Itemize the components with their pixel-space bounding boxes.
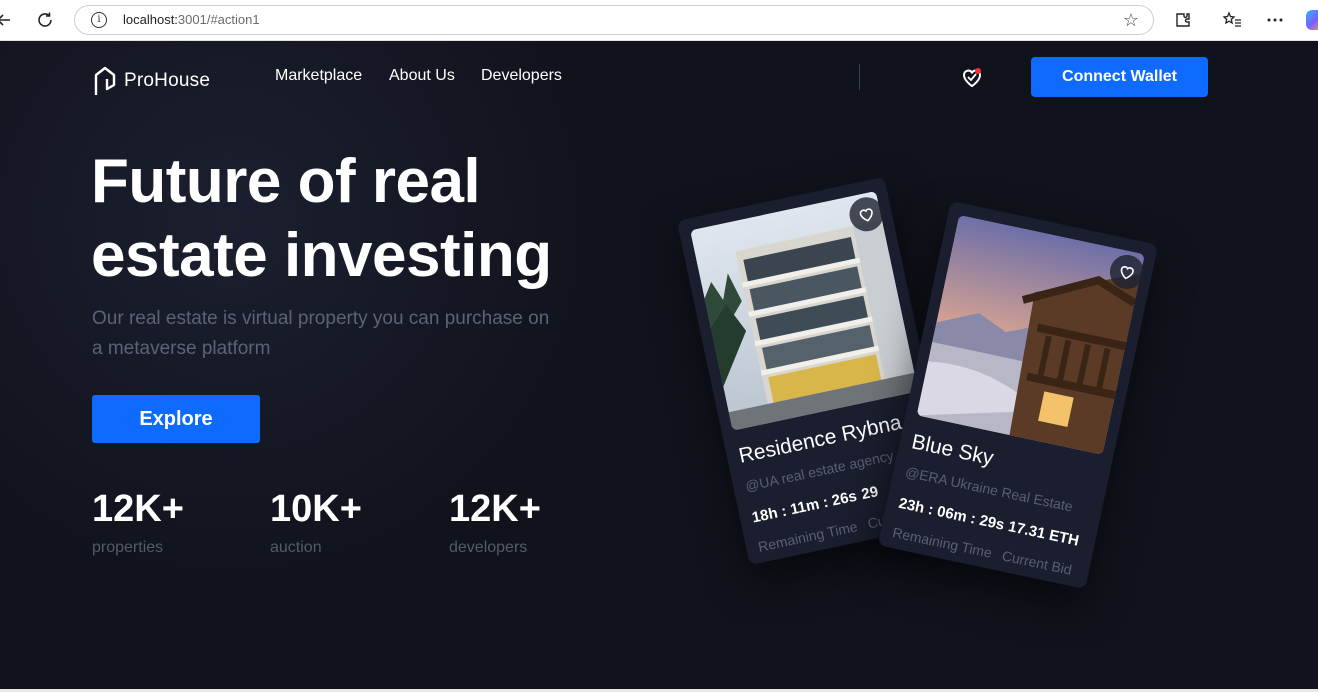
property-image-blue-sky — [916, 214, 1146, 455]
nav-link-marketplace[interactable]: Marketplace — [275, 67, 362, 85]
current-bid-label: Current Bid — [1000, 547, 1074, 578]
reload-icon[interactable] — [33, 8, 57, 32]
connect-wallet-button[interactable]: Connect Wallet — [1031, 57, 1208, 97]
stat-value: 12K+ — [449, 488, 541, 530]
address-bar[interactable]: i localhost:3001/#action1 ☆ — [74, 5, 1154, 35]
house-logo-icon — [94, 66, 116, 95]
extensions-icon[interactable] — [1171, 8, 1195, 32]
property-card-blue-sky[interactable]: Blue Sky @ERA Ukraine Real Estate 23h : … — [877, 200, 1159, 590]
favorite-star-icon[interactable]: ☆ — [1123, 10, 1139, 31]
heart-icon — [859, 208, 873, 222]
logo[interactable]: ProHouse — [94, 66, 210, 96]
property-image-residence-rybna — [689, 190, 919, 431]
copilot-icon[interactable] — [1306, 10, 1318, 30]
stat-label: auction — [270, 539, 322, 556]
property-name: Blue Sky — [909, 430, 996, 470]
site-info-icon[interactable]: i — [91, 12, 107, 28]
url-text: localhost:3001/#action1 — [123, 12, 260, 27]
stat-properties: 12K+ properties — [92, 487, 184, 557]
heart-icon — [1120, 266, 1134, 280]
stat-label: developers — [449, 539, 528, 556]
back-arrow-icon[interactable] — [0, 8, 16, 32]
nav-link-developers[interactable]: Developers — [481, 67, 562, 85]
notification-dot — [975, 68, 981, 74]
stat-developers: 12K+ developers — [449, 487, 541, 557]
hero-subtitle: Our real estate is virtual property you … — [92, 308, 550, 359]
remaining-time-label: Remaining Time — [891, 524, 994, 561]
stat-label: properties — [92, 539, 164, 556]
logo-text: ProHouse — [124, 70, 211, 91]
stat-value: 12K+ — [92, 488, 184, 530]
landing-page: ProHouse Marketplace About Us Developers… — [0, 41, 1318, 689]
hero-title: Future of real estate investing — [91, 147, 552, 290]
more-menu-icon[interactable] — [1263, 8, 1287, 32]
nav-link-about-us[interactable]: About Us — [389, 67, 455, 85]
current-bid-value: 17.31 ETH — [1006, 518, 1081, 550]
browser-toolbar: i localhost:3001/#action1 ☆ — [0, 0, 1318, 41]
current-bid-value: 29 — [859, 483, 880, 504]
favorites-icon[interactable] — [1220, 8, 1244, 32]
stat-value: 10K+ — [270, 488, 362, 530]
remaining-time-label: Remaining Time — [756, 518, 859, 555]
explore-button[interactable]: Explore — [92, 395, 260, 443]
stat-auction: 10K+ auction — [270, 487, 362, 557]
nav-divider — [859, 64, 860, 90]
